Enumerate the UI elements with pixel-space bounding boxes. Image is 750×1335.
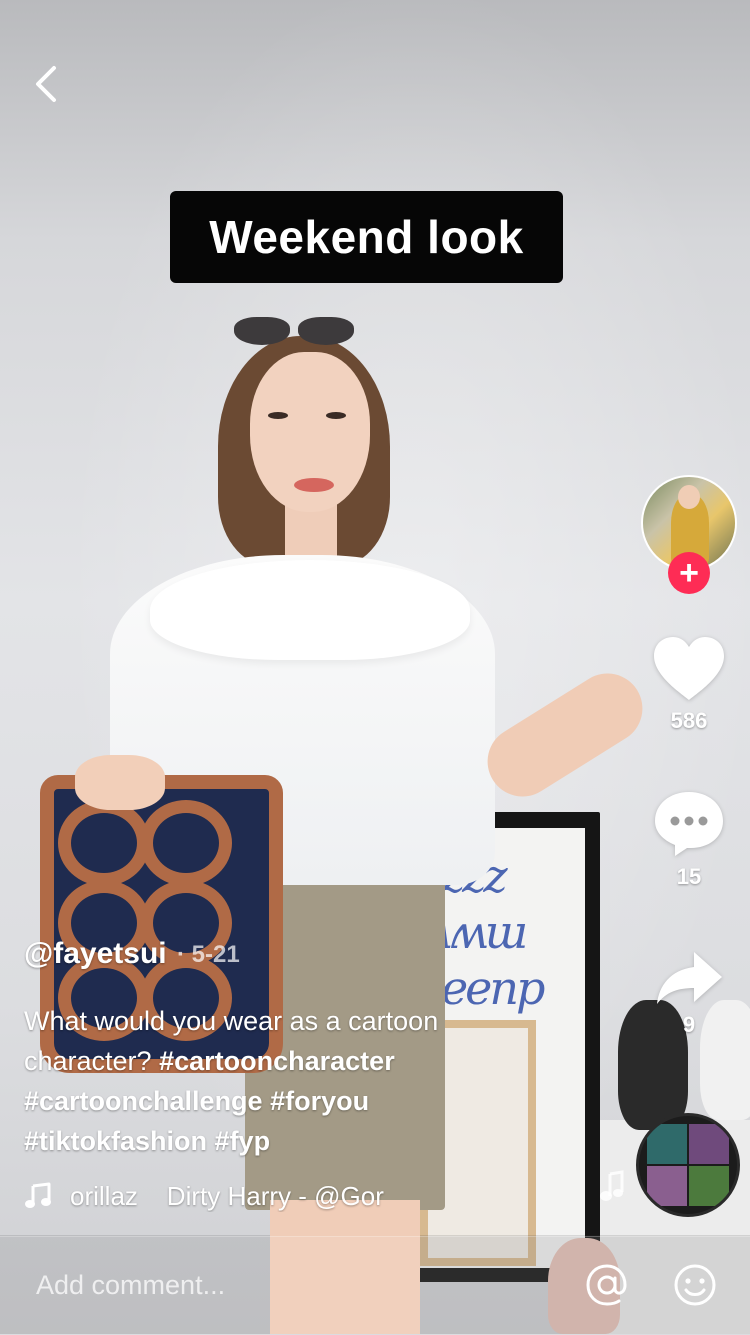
comment-count: 15 (676, 864, 702, 889)
video-description: What would you wear as a cartoon charact… (24, 1001, 464, 1161)
emoji-button[interactable] (672, 1262, 718, 1308)
comment-button[interactable]: 15 (648, 790, 730, 890)
share-count: 9 (682, 1012, 696, 1037)
hashtag-link[interactable]: #cartooncharacter (159, 1046, 395, 1076)
follow-button[interactable]: + (668, 552, 710, 594)
floating-music-note-icon (600, 1170, 624, 1201)
at-sign-icon (586, 1264, 627, 1306)
music-disc-button[interactable] (636, 1113, 740, 1217)
video-caption-text: Weekend look (209, 211, 524, 263)
hashtag-link[interactable]: #foryou (270, 1086, 369, 1116)
hashtag-link[interactable]: #fyp (215, 1126, 271, 1156)
music-note-icon (25, 1182, 51, 1208)
hashtag-link[interactable]: #cartoonchallenge (24, 1086, 263, 1116)
share-button[interactable]: 9 (648, 950, 730, 1038)
share-arrow-icon (654, 950, 724, 1006)
music-title-marquee: orillaz Dirty Harry - @Gor (70, 1180, 384, 1211)
plus-icon: + (679, 554, 699, 592)
hashtag-link[interactable]: #tiktokfashion (24, 1126, 207, 1156)
comment-input[interactable] (34, 1264, 558, 1306)
back-arrow-icon (36, 66, 56, 102)
comment-bubble-icon (653, 790, 725, 858)
heart-icon (652, 636, 726, 702)
like-count: 586 (670, 708, 708, 733)
back-button[interactable] (28, 60, 68, 108)
mention-button[interactable] (584, 1262, 630, 1308)
post-date: · 5-21 (177, 941, 240, 968)
author-username[interactable]: @fayetsui (24, 937, 167, 971)
emoji-icon (674, 1264, 716, 1306)
video-caption-overlay: Weekend look (170, 191, 563, 283)
music-info[interactable]: orillaz Dirty Harry - @Gor (24, 1176, 414, 1216)
like-button[interactable]: 586 (648, 636, 730, 734)
